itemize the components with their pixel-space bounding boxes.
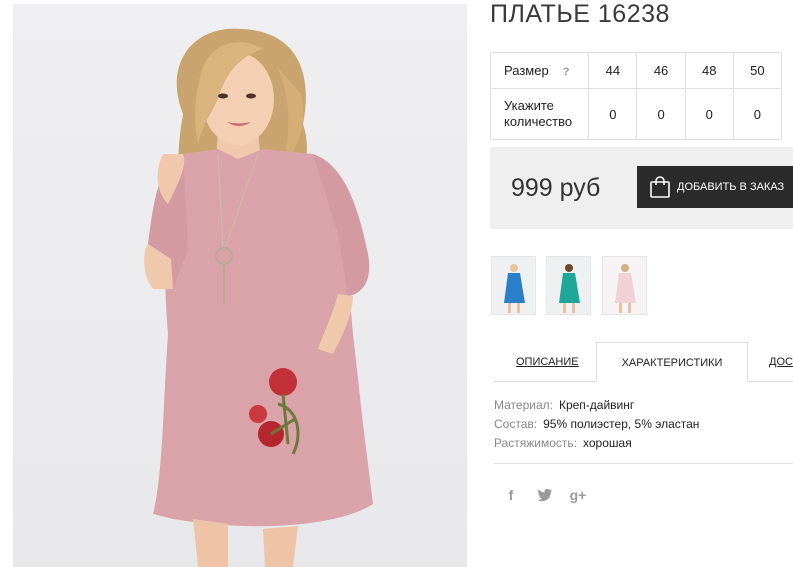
thumbnail-teal[interactable] [546, 256, 591, 315]
tab-characteristics[interactable]: ХАРАКТЕРИСТИКИ [596, 342, 748, 382]
shopping-bag-icon [650, 176, 670, 198]
tab-delivery[interactable]: ДОСТАВКА [769, 342, 793, 382]
size-label: Размер [504, 63, 549, 78]
add-to-cart-label: ДОБАВИТЬ В ЗАКАЗ [677, 181, 785, 193]
google-plus-icon[interactable]: g+ [567, 486, 589, 504]
quantity-input[interactable]: 0 [588, 88, 638, 140]
size-option[interactable]: 50 [732, 52, 783, 89]
characteristic-row: Материал: Креп-дайвинг [494, 398, 635, 412]
quantity-input[interactable]: 0 [684, 88, 734, 140]
price: 999 руб [511, 174, 601, 202]
quantity-label: Укажите количество [489, 88, 590, 140]
help-icon[interactable]: ? [563, 66, 570, 78]
price-box: 999 руб ДОБАВИТЬ В ЗАКАЗ [490, 147, 793, 229]
thumbnail-pink[interactable] [602, 256, 647, 315]
characteristics-list: Материал: Креп-дайвинг Состав: 95% полиэст… [494, 396, 699, 453]
facebook-icon[interactable]: f [502, 486, 520, 504]
divider [494, 463, 793, 464]
quantity-input[interactable]: 0 [636, 88, 686, 140]
size-table: Размер? 44 46 48 50 Укажите количество 0… [489, 52, 783, 140]
add-to-cart-button[interactable]: ДОБАВИТЬ В ЗАКАЗ [637, 166, 793, 208]
size-option[interactable]: 48 [684, 52, 734, 89]
product-main-image[interactable] [13, 4, 467, 567]
size-option[interactable]: 46 [636, 52, 686, 89]
characteristic-row: Растяжимость: хорошая [494, 436, 632, 450]
product-title: ПЛАТЬЕ 16238 [490, 0, 670, 28]
tab-description[interactable]: ОПИСАНИЕ [516, 342, 579, 382]
quantity-input[interactable]: 0 [732, 88, 783, 140]
twitter-icon[interactable] [536, 486, 554, 504]
size-option[interactable]: 44 [588, 52, 638, 89]
characteristic-row: Состав: 95% полиэстер, 5% эластан [494, 417, 700, 431]
tabs: ОПИСАНИЕ ХАРАКТЕРИСТИКИ ДОСТАВКА [494, 342, 793, 382]
thumbnail-blue[interactable] [491, 256, 536, 315]
